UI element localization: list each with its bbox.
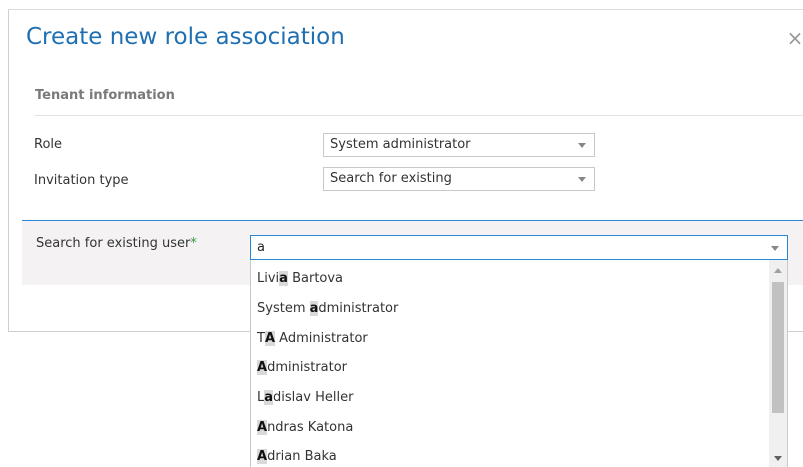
chevron-down-icon (578, 143, 586, 148)
list-item[interactable]: Andras Katona (257, 418, 353, 438)
chevron-down-icon[interactable] (771, 246, 779, 251)
invitation-type-select[interactable]: Search for existing (323, 167, 595, 191)
list-item[interactable]: System administrator (257, 299, 398, 319)
search-user-input[interactable]: a (250, 235, 788, 260)
item-match: A (257, 360, 268, 375)
search-user-input-value: a (257, 240, 265, 255)
list-item[interactable]: Ladislav Heller (257, 388, 353, 408)
section-divider (34, 115, 803, 116)
scrollbar[interactable] (769, 260, 787, 467)
item-match: A (264, 331, 276, 346)
list-item[interactable]: Administrator (257, 358, 347, 378)
list-item[interactable]: TA Administrator (257, 329, 368, 349)
item-text: dministrator (318, 301, 399, 316)
list-item[interactable]: Adrian Baka (257, 447, 337, 467)
search-user-label: Search for existing user* (36, 236, 197, 251)
item-text: T (257, 331, 265, 346)
scroll-down-icon[interactable] (774, 456, 782, 461)
scroll-up-icon[interactable] (774, 268, 782, 273)
section-title: Tenant information (35, 88, 175, 103)
scrollbar-thumb[interactable] (772, 282, 784, 413)
item-text: System (257, 301, 310, 316)
search-user-label-text: Search for existing user (36, 236, 191, 251)
required-marker: * (190, 236, 197, 251)
item-text: Bartova (287, 271, 344, 286)
role-select-value: System administrator (330, 137, 471, 152)
invitation-type-value: Search for existing (330, 171, 452, 186)
item-match: A (257, 420, 268, 435)
item-text: dislav Heller (273, 390, 354, 405)
item-text: ndras Katona (267, 420, 354, 435)
close-icon[interactable]: × (785, 28, 803, 48)
list-item[interactable]: Livia Bartova (257, 269, 343, 289)
item-match: a (279, 271, 288, 286)
dialog-title: Create new role association (26, 24, 345, 50)
item-match: a (264, 390, 274, 405)
item-text: Administrator (275, 331, 368, 346)
chevron-down-icon (578, 177, 586, 182)
search-results-dropdown: Livia Bartova System administrator TA Ad… (250, 260, 788, 467)
role-label: Role (34, 137, 63, 152)
item-text: drian Baka (267, 449, 337, 464)
role-select[interactable]: System administrator (323, 133, 595, 157)
invitation-type-label: Invitation type (34, 173, 129, 188)
item-text: Livi (257, 271, 280, 286)
item-text: dministrator (267, 360, 348, 375)
item-match: A (257, 449, 268, 464)
